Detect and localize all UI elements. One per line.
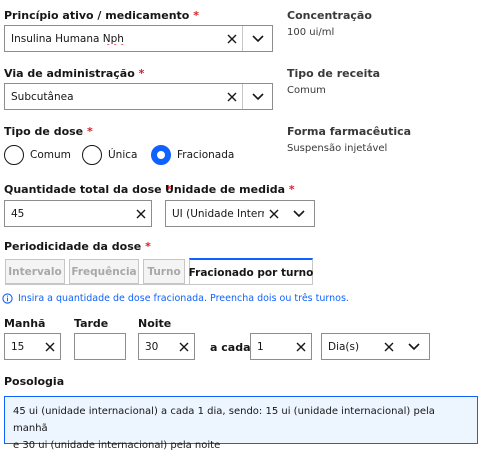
tab-intervalo[interactable]: Intervalo xyxy=(5,259,65,284)
manha-label: Manhã xyxy=(4,317,46,330)
chevron-down-icon[interactable] xyxy=(399,334,429,359)
chevron-down-icon[interactable] xyxy=(242,84,272,109)
quantidade-label: Quantidade total da dose * xyxy=(4,183,172,196)
a-cada-label: a cada xyxy=(210,341,251,354)
a-cada-input[interactable]: 1 xyxy=(250,333,312,360)
periodo-select[interactable]: Dia(s) xyxy=(321,333,430,360)
periodicidade-label: Periodicidade da dose * xyxy=(4,240,151,253)
radio-fracionada[interactable]: Fracionada xyxy=(151,145,234,165)
info-message: Insira a quantidade de dose fracionada. … xyxy=(2,293,349,304)
clear-icon[interactable] xyxy=(222,26,242,51)
clear-icon[interactable] xyxy=(40,334,60,359)
chevron-down-icon[interactable] xyxy=(284,201,314,226)
chevron-down-icon[interactable] xyxy=(242,26,272,51)
via-label: Via de administração * xyxy=(4,67,145,80)
clear-icon[interactable] xyxy=(264,201,284,226)
tipo-receita-label: Tipo de receita xyxy=(287,67,381,80)
noite-input[interactable]: 30 xyxy=(138,333,195,360)
posologia-box: 45 ui (unidade internacional) a cada 1 d… xyxy=(4,396,478,451)
forma-label: Forma farmacêutica xyxy=(287,125,412,138)
principio-label: Princípio ativo / medicamento * xyxy=(4,9,199,22)
clear-icon[interactable] xyxy=(131,201,151,226)
manha-input[interactable]: 15 xyxy=(4,333,61,360)
tab-turno[interactable]: Turno xyxy=(143,259,185,284)
radio-comum[interactable]: Comum xyxy=(4,145,71,165)
unidade-label: Unidade de medida * xyxy=(165,183,295,196)
tarde-label: Tarde xyxy=(74,317,109,330)
quantidade-input[interactable]: 45 xyxy=(4,200,152,227)
posologia-text-line2: e 30 ui (unidade internacional) pela noi… xyxy=(13,440,221,451)
radio-circle[interactable] xyxy=(4,145,24,165)
tarde-input[interactable] xyxy=(74,333,126,360)
unidade-select[interactable]: UI (Unidade Internacional) xyxy=(165,200,315,227)
concentracao-value: 100 ui/ml xyxy=(287,27,335,38)
radio-unica[interactable]: Única xyxy=(82,145,137,165)
via-select[interactable]: Subcutânea xyxy=(4,83,273,110)
tipo-dose-label: Tipo de dose * xyxy=(4,125,93,138)
clear-icon[interactable] xyxy=(174,334,194,359)
posologia-label: Posologia xyxy=(4,375,65,388)
forma-value: Suspensão injetável xyxy=(287,143,388,154)
noite-label: Noite xyxy=(138,317,172,330)
clear-icon[interactable] xyxy=(291,334,311,359)
tabs-divider xyxy=(5,284,313,285)
tab-fracionado-por-turno[interactable]: Fracionado por turno xyxy=(189,258,313,285)
posologia-text-line1: 45 ui (unidade internacional) a cada 1 d… xyxy=(13,406,435,434)
clear-icon[interactable] xyxy=(379,334,399,359)
principio-value: Insulina Humana Nph xyxy=(11,32,124,45)
via-value: Subcutânea xyxy=(11,90,74,103)
clear-icon[interactable] xyxy=(222,84,242,109)
info-icon xyxy=(2,293,13,304)
radio-circle-selected[interactable] xyxy=(151,145,171,165)
radio-circle[interactable] xyxy=(82,145,102,165)
tipo-receita-value: Comum xyxy=(287,85,326,96)
concentracao-label: Concentração xyxy=(287,9,372,22)
principio-select[interactable]: Insulina Humana Nph xyxy=(4,25,273,52)
tab-frequencia[interactable]: Frequência xyxy=(69,259,139,284)
